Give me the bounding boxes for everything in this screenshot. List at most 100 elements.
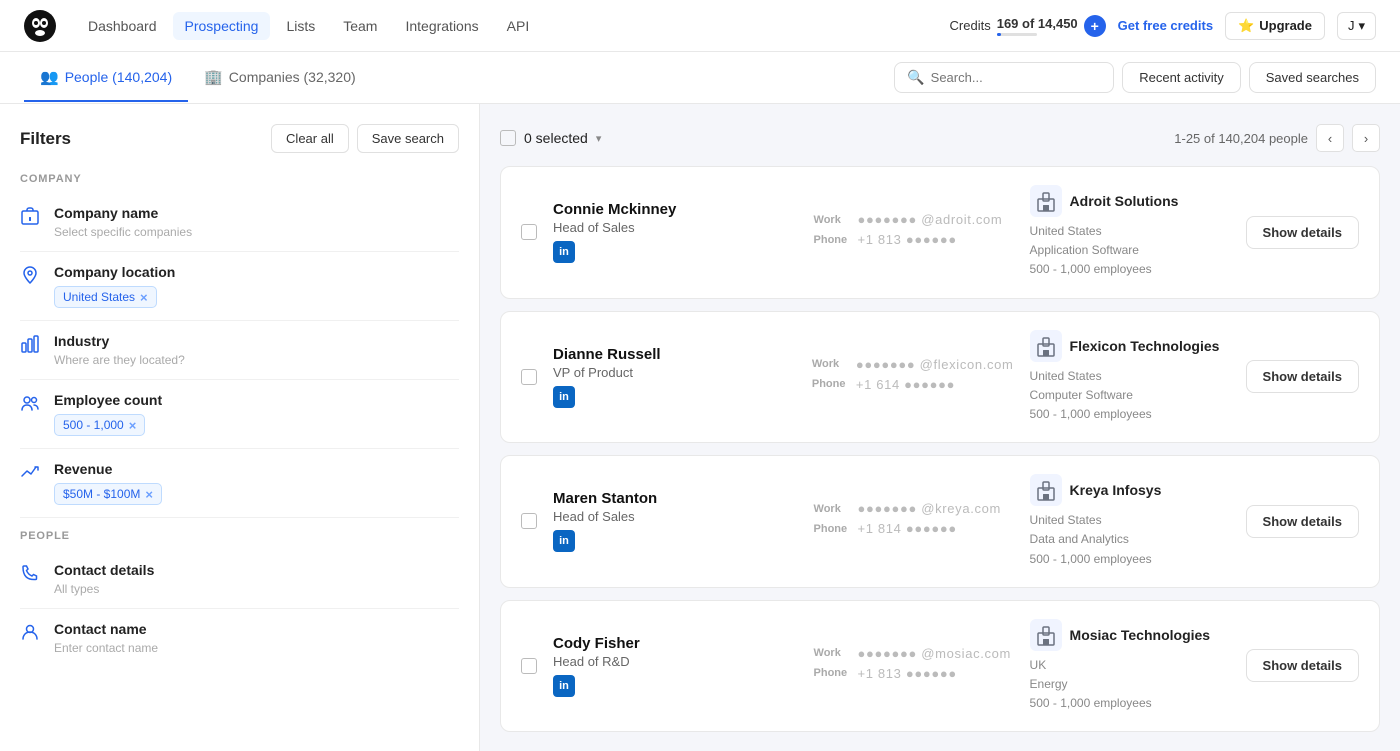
phone-label: Phone xyxy=(814,234,850,246)
filter-company-name-hint: Select specific companies xyxy=(54,225,459,239)
phone-label: Phone xyxy=(812,378,848,390)
company-meta: United States Computer Software 500 - 1,… xyxy=(1030,367,1230,425)
filter-tag-500-1000[interactable]: 500 - 1,000 × xyxy=(54,414,145,436)
filter-industry[interactable]: Industry Where are they located? xyxy=(20,321,459,380)
company-info: Flexicon Technologies United States Comp… xyxy=(1030,330,1230,425)
company-info: Adroit Solutions United States Applicati… xyxy=(1030,185,1230,280)
select-all-checkbox[interactable] xyxy=(500,130,516,146)
work-email-row: Work ●●●●●●● @kreya.com xyxy=(814,501,1014,516)
person-info: Connie Mckinney Head of Sales in xyxy=(553,201,798,263)
show-details-button[interactable]: Show details xyxy=(1246,216,1359,249)
person-title: VP of Product xyxy=(553,365,796,380)
person-contact: Work ●●●●●●● @mosiac.com Phone +1 813 ●●… xyxy=(814,646,1014,686)
person-checkbox[interactable] xyxy=(521,224,537,240)
pagination-info: 1-25 of 140,204 people ‹ › xyxy=(1174,124,1380,152)
people-icon: 👥 xyxy=(40,68,59,86)
nav-team[interactable]: Team xyxy=(331,12,389,40)
work-label: Work xyxy=(814,503,850,515)
nav-api[interactable]: API xyxy=(495,12,542,40)
saved-searches-button[interactable]: Saved searches xyxy=(1249,62,1376,93)
upgrade-star-icon: ⭐ xyxy=(1238,18,1254,34)
phone-value: +1 614 ●●●●●● xyxy=(856,377,955,392)
company-name: Kreya Infosys xyxy=(1070,482,1162,498)
filters-actions: Clear all Save search xyxy=(271,124,459,153)
work-email-row: Work ●●●●●●● @adroit.com xyxy=(814,212,1014,227)
person-checkbox[interactable] xyxy=(521,513,537,529)
tab-people[interactable]: 👥 People (140,204) xyxy=(24,54,188,102)
clear-all-button[interactable]: Clear all xyxy=(271,124,349,153)
filters-sidebar: Filters Clear all Save search COMPANY Co… xyxy=(0,104,480,751)
show-details-button[interactable]: Show details xyxy=(1246,360,1359,393)
linkedin-link[interactable]: in xyxy=(553,675,575,697)
person-name: Cody Fisher xyxy=(553,635,798,652)
filter-company-name[interactable]: Company name Select specific companies xyxy=(20,193,459,252)
show-details-button[interactable]: Show details xyxy=(1246,505,1359,538)
person-info: Dianne Russell VP of Product in xyxy=(553,346,796,408)
company-info: Mosiac Technologies UK Energy 500 - 1,00… xyxy=(1030,619,1230,714)
selected-label: 0 selected xyxy=(524,130,588,146)
filter-revenue[interactable]: Revenue $50M - $100M × xyxy=(20,449,459,518)
person-cards-list: Connie Mckinney Head of Sales in Work ●●… xyxy=(500,166,1380,732)
phone-value: +1 813 ●●●●●● xyxy=(858,232,957,247)
filter-company-name-content: Company name Select specific companies xyxy=(54,205,459,239)
phone-row: Phone +1 814 ●●●●●● xyxy=(814,521,1014,536)
pagination-text: 1-25 of 140,204 people xyxy=(1174,131,1308,146)
contact-details-icon xyxy=(20,563,42,588)
filter-industry-content: Industry Where are they located? xyxy=(54,333,459,367)
person-title: Head of Sales xyxy=(553,509,798,524)
filter-revenue-tags: $50M - $100M × xyxy=(54,483,459,505)
person-name: Maren Stanton xyxy=(553,490,798,507)
filter-tag-500-1000-remove[interactable]: × xyxy=(129,419,137,432)
nav-prospecting[interactable]: Prospecting xyxy=(173,12,271,40)
filter-contact-details[interactable]: Contact details All types xyxy=(20,550,459,609)
save-search-button[interactable]: Save search xyxy=(357,124,459,153)
filter-tag-us-remove[interactable]: × xyxy=(140,291,148,304)
content-area: 0 selected ▾ 1-25 of 140,204 people ‹ › … xyxy=(480,104,1400,751)
recent-activity-button[interactable]: Recent activity xyxy=(1122,62,1241,93)
subnav-tabs: 👥 People (140,204) 🏢 Companies (32,320) xyxy=(24,54,372,102)
filter-company-location[interactable]: Company location United States × xyxy=(20,252,459,321)
linkedin-link[interactable]: in xyxy=(553,386,575,408)
person-card: Dianne Russell VP of Product in Work ●●●… xyxy=(500,311,1380,444)
section-people-label: PEOPLE xyxy=(20,530,459,542)
filter-employee-count[interactable]: Employee count 500 - 1,000 × xyxy=(20,380,459,449)
company-logo-icon xyxy=(1030,474,1062,506)
top-navigation: Dashboard Prospecting Lists Team Integra… xyxy=(0,0,1400,52)
filter-contact-details-label: Contact details xyxy=(54,562,459,578)
search-box[interactable]: 🔍 xyxy=(894,62,1114,93)
filter-contact-name[interactable]: Contact name Enter contact name xyxy=(20,609,459,667)
selected-chevron-icon[interactable]: ▾ xyxy=(596,132,602,145)
credits-box: Credits 169 of 14,450 + xyxy=(950,15,1106,37)
show-details-button[interactable]: Show details xyxy=(1246,649,1359,682)
company-header: Adroit Solutions xyxy=(1030,185,1230,217)
user-initial: J xyxy=(1348,18,1355,33)
filter-tag-revenue-remove[interactable]: × xyxy=(145,488,153,501)
nav-integrations[interactable]: Integrations xyxy=(393,12,490,40)
nav-links: Dashboard Prospecting Lists Team Integra… xyxy=(76,12,950,40)
linkedin-link[interactable]: in xyxy=(553,530,575,552)
filter-tag-revenue[interactable]: $50M - $100M × xyxy=(54,483,162,505)
person-checkbox[interactable] xyxy=(521,658,537,674)
nav-lists[interactable]: Lists xyxy=(274,12,327,40)
linkedin-link[interactable]: in xyxy=(553,241,575,263)
filter-industry-label: Industry xyxy=(54,333,459,349)
person-checkbox[interactable] xyxy=(521,369,537,385)
filter-tag-revenue-label: $50M - $100M xyxy=(63,487,140,501)
company-meta: UK Energy 500 - 1,000 employees xyxy=(1030,656,1230,714)
phone-row: Phone +1 813 ●●●●●● xyxy=(814,666,1014,681)
phone-value: +1 813 ●●●●●● xyxy=(858,666,957,681)
next-page-button[interactable]: › xyxy=(1352,124,1380,152)
tab-companies[interactable]: 🏢 Companies (32,320) xyxy=(188,54,372,102)
upgrade-button[interactable]: ⭐ Upgrade xyxy=(1225,12,1325,40)
nav-dashboard[interactable]: Dashboard xyxy=(76,12,169,40)
filter-company-name-label: Company name xyxy=(54,205,459,221)
work-email-value: ●●●●●●● @mosiac.com xyxy=(858,646,1011,661)
filter-company-location-label: Company location xyxy=(54,264,459,280)
filter-tag-us[interactable]: United States × xyxy=(54,286,157,308)
prev-page-button[interactable]: ‹ xyxy=(1316,124,1344,152)
filter-company-location-tags: United States × xyxy=(54,286,459,308)
search-input[interactable] xyxy=(931,70,1102,85)
user-menu[interactable]: J ▾ xyxy=(1337,12,1376,40)
credits-plus-button[interactable]: + xyxy=(1084,15,1106,37)
get-free-credits-button[interactable]: Get free credits xyxy=(1118,18,1213,33)
